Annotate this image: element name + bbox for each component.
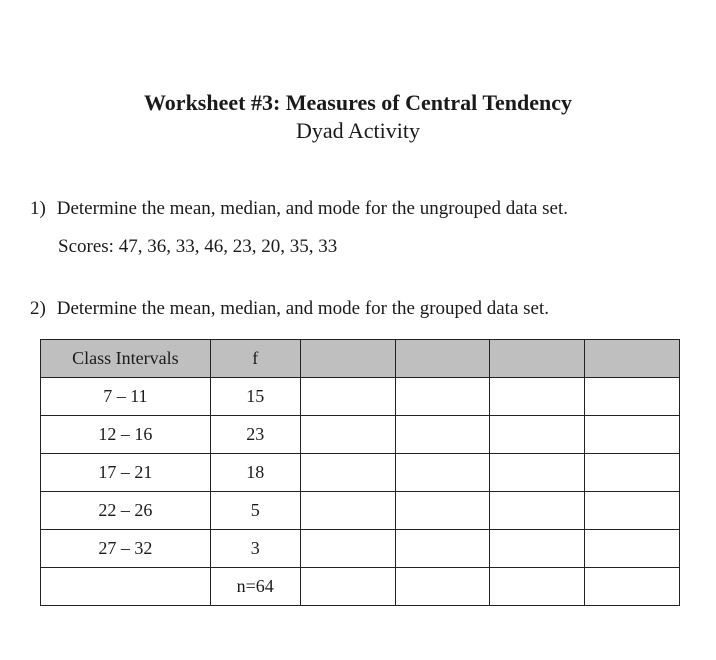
cell-blank (490, 491, 585, 529)
cell-f: 18 (210, 453, 300, 491)
table-row: 7 – 11 15 (41, 377, 680, 415)
worksheet-title: Worksheet #3: Measures of Central Tenden… (30, 90, 686, 116)
header-class-intervals: Class Intervals (41, 339, 211, 377)
cell-blank (395, 377, 490, 415)
scores-label: Scores: (58, 236, 114, 257)
cell-f: 3 (210, 529, 300, 567)
cell-blank (490, 377, 585, 415)
question-2: 2) Determine the mean, median, and mode … (30, 294, 686, 324)
question-1: 1) Determine the mean, median, and mode … (30, 194, 686, 224)
scores-values: 47, 36, 33, 46, 23, 20, 35, 33 (119, 236, 338, 257)
cell-blank (585, 567, 680, 605)
frequency-table: Class Intervals f 7 – 11 15 12 – 16 23 (40, 339, 680, 606)
table-row: 17 – 21 18 (41, 453, 680, 491)
question-1-text: Determine the mean, median, and mode for… (57, 198, 568, 219)
header-blank-1 (300, 339, 395, 377)
worksheet-page: Worksheet #3: Measures of Central Tenden… (0, 0, 716, 636)
cell-blank (395, 529, 490, 567)
header-blank-3 (490, 339, 585, 377)
cell-f: 15 (210, 377, 300, 415)
cell-blank (300, 491, 395, 529)
cell-blank (300, 567, 395, 605)
question-2-text: Determine the mean, median, and mode for… (57, 298, 549, 319)
table-total-row: n=64 (41, 567, 680, 605)
cell-f: 23 (210, 415, 300, 453)
cell-blank (395, 415, 490, 453)
cell-interval: 7 – 11 (41, 377, 211, 415)
table-row: 27 – 32 3 (41, 529, 680, 567)
title-block: Worksheet #3: Measures of Central Tenden… (30, 90, 686, 144)
cell-blank (300, 453, 395, 491)
cell-blank (395, 567, 490, 605)
cell-blank (300, 529, 395, 567)
cell-blank (490, 529, 585, 567)
table-row: 12 – 16 23 (41, 415, 680, 453)
table-row: 22 – 26 5 (41, 491, 680, 529)
cell-interval: 17 – 21 (41, 453, 211, 491)
table-header-row: Class Intervals f (41, 339, 680, 377)
cell-blank (395, 453, 490, 491)
worksheet-subtitle: Dyad Activity (30, 118, 686, 144)
cell-blank (300, 377, 395, 415)
question-2-number: 2) (30, 294, 52, 324)
cell-blank (395, 491, 490, 529)
cell-interval-total (41, 567, 211, 605)
header-blank-4 (585, 339, 680, 377)
header-f: f (210, 339, 300, 377)
cell-blank (585, 491, 680, 529)
cell-blank (585, 415, 680, 453)
cell-f: 5 (210, 491, 300, 529)
header-blank-2 (395, 339, 490, 377)
cell-blank (585, 453, 680, 491)
cell-blank (490, 415, 585, 453)
question-1-scores: Scores: 47, 36, 33, 46, 23, 20, 35, 33 (58, 236, 686, 258)
cell-blank (585, 377, 680, 415)
cell-blank (490, 567, 585, 605)
cell-interval: 27 – 32 (41, 529, 211, 567)
cell-blank (300, 415, 395, 453)
question-1-number: 1) (30, 194, 52, 224)
cell-blank (585, 529, 680, 567)
cell-f-total: n=64 (210, 567, 300, 605)
cell-blank (490, 453, 585, 491)
cell-interval: 22 – 26 (41, 491, 211, 529)
cell-interval: 12 – 16 (41, 415, 211, 453)
